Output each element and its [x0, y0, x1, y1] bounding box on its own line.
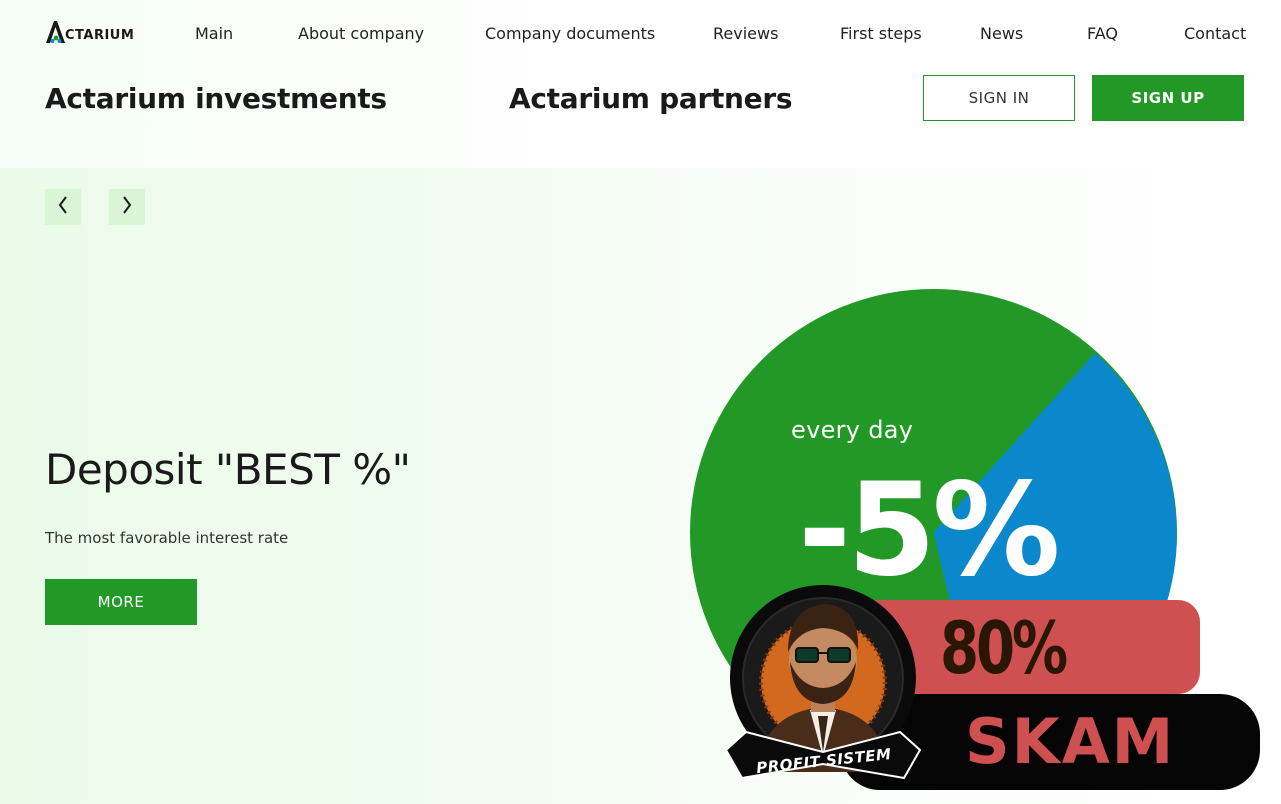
- sign-in-button[interactable]: SIGN IN: [923, 75, 1075, 121]
- nav-item-main[interactable]: Main: [195, 24, 233, 43]
- percent-banner-text: 80%: [940, 606, 1068, 690]
- slider-next-button[interactable]: [109, 189, 145, 225]
- nav-item-company-documents[interactable]: Company documents: [485, 24, 655, 43]
- actarium-investments-link[interactable]: Actarium investments: [45, 82, 387, 115]
- nav-item-contact[interactable]: Contact: [1184, 24, 1246, 43]
- nav-item-reviews[interactable]: Reviews: [713, 24, 778, 43]
- sign-up-button[interactable]: SIGN UP: [1092, 75, 1244, 121]
- hero-title: Deposit "BEST %": [45, 445, 411, 494]
- verdict-banner-text: SKAM: [965, 705, 1176, 778]
- nav-item-first-steps[interactable]: First steps: [840, 24, 922, 43]
- chevron-right-icon: [121, 195, 133, 219]
- nav-item-about-company[interactable]: About company: [298, 24, 424, 43]
- actarium-partners-link[interactable]: Actarium partners: [509, 82, 793, 115]
- page: CTARIUM Main About company Company docum…: [0, 0, 1281, 804]
- chevron-left-icon: [57, 195, 69, 219]
- more-button[interactable]: MORE: [45, 579, 197, 625]
- main-nav: Main About company Company documents Rev…: [0, 24, 1281, 48]
- hero-subtitle: The most favorable interest rate: [45, 529, 289, 547]
- every-day-label: every day: [791, 416, 914, 444]
- nav-item-news[interactable]: News: [980, 24, 1023, 43]
- nav-item-faq[interactable]: FAQ: [1087, 24, 1118, 43]
- slider-prev-button[interactable]: [45, 189, 81, 225]
